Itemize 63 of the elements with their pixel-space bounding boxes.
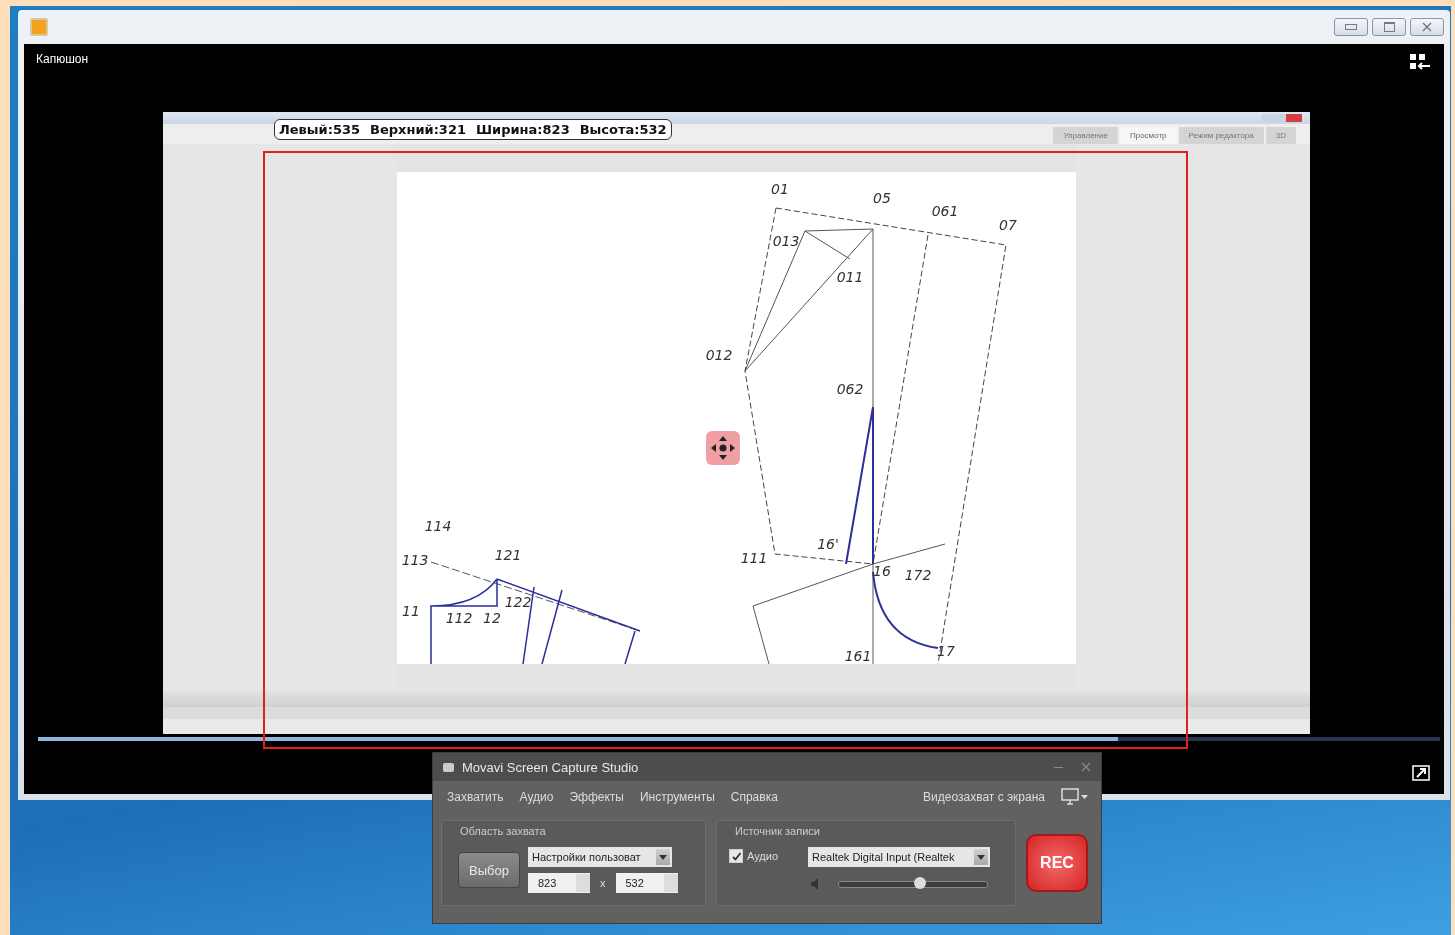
select-button[interactable]: Выбор [458, 852, 520, 888]
tab[interactable]: Просмотр [1119, 127, 1177, 144]
point-label: 061 [931, 203, 959, 219]
slider-thumb[interactable] [914, 876, 927, 889]
menu-item[interactable]: Инструменты [639, 790, 715, 804]
audio-checkbox[interactable] [729, 849, 743, 863]
point-label: 16 [873, 563, 891, 579]
minimize-button[interactable] [1334, 18, 1368, 36]
checkbox-label: Аудио [747, 850, 779, 862]
app-icon [30, 18, 48, 36]
point-label: 11 [402, 603, 420, 619]
close-icon [1422, 22, 1432, 32]
app-icon [443, 762, 454, 772]
point-label: 112 [445, 610, 473, 626]
point-label: 121 [494, 547, 522, 563]
height-field[interactable]: 532 [615, 873, 678, 893]
menu-item[interactable]: Захватить [447, 790, 504, 804]
capture-frame[interactable] [263, 151, 1188, 749]
point-label: 161 [844, 648, 872, 664]
device-dropdown[interactable]: Realtek Digital Input (Realtek [808, 847, 991, 867]
move-icon[interactable] [706, 431, 740, 465]
readout-value: Верхний:321 [370, 122, 466, 137]
point-label: 12 [483, 610, 501, 626]
group-heading: Источник записи [735, 825, 820, 837]
group-heading: Область захвата [460, 825, 546, 837]
expand-icon[interactable] [1412, 765, 1430, 781]
point-label: 013 [772, 233, 800, 249]
maximize-button[interactable] [1372, 18, 1406, 36]
monitor-icon[interactable] [1061, 788, 1089, 806]
volume-slider[interactable] [838, 880, 989, 888]
point-label: 17 [937, 643, 955, 659]
point-label: 01 [771, 181, 789, 197]
point-label: 114 [424, 518, 452, 534]
point-label: 012 [705, 347, 733, 363]
point-label: 16' [817, 536, 839, 552]
video-title: Капюшон [36, 52, 89, 66]
point-label: 122 [504, 594, 532, 610]
window-title: Movavi Screen Capture Studio [462, 759, 640, 775]
menu-item[interactable]: Аудио [519, 790, 554, 804]
progress-track[interactable] [38, 737, 1440, 741]
grid-icon[interactable] [1410, 54, 1430, 70]
point-label: 07 [999, 217, 1017, 233]
times-sign: x [600, 877, 606, 889]
readout-value: Левый:535 [279, 122, 361, 137]
point-label: 05 [873, 190, 891, 206]
record-button[interactable]: REC [1026, 834, 1088, 892]
preset-dropdown[interactable]: Настройки пользоват [528, 847, 672, 867]
tab[interactable]: Режим редактора [1178, 127, 1264, 144]
close-button[interactable] [1410, 18, 1444, 36]
menu-item[interactable]: Справка [730, 790, 778, 804]
point-label: 113 [401, 552, 429, 568]
point-label: 172 [904, 567, 932, 583]
width-field[interactable]: 823 [528, 873, 590, 893]
window-controls-icon [1262, 114, 1302, 122]
tab[interactable]: Управление [1053, 127, 1118, 144]
readout-value: Высота:532 [579, 122, 667, 137]
readout-value: Ширина:823 [476, 122, 570, 137]
point-label: 062 [836, 381, 864, 397]
tab[interactable]: 3D [1265, 127, 1296, 144]
mode-label[interactable]: Видеозахват с экрана [923, 790, 1045, 804]
point-label: 111 [740, 550, 768, 566]
point-label: 011 [836, 269, 864, 285]
menu-item[interactable]: Эффекты [569, 790, 624, 804]
